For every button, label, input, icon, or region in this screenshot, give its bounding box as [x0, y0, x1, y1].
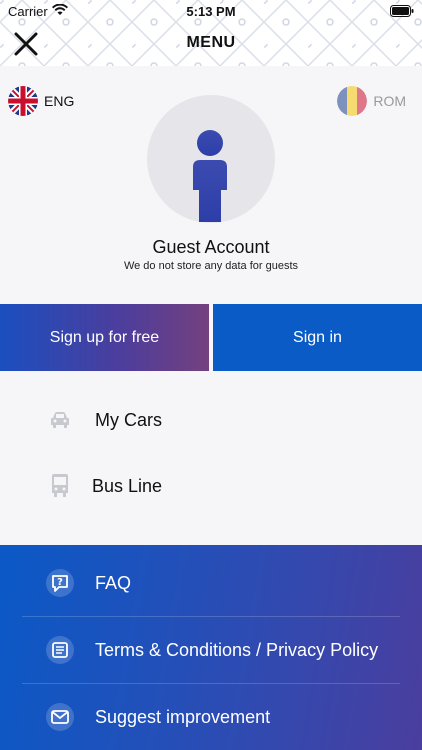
faq-icon: ? [46, 569, 74, 597]
menu-item-label: Terms & Conditions / Privacy Policy [95, 639, 379, 660]
menu-item-label: Bus Line [92, 475, 163, 496]
menu-item-terms[interactable]: Terms & Conditions / Privacy Policy [0, 617, 422, 683]
menu-item-bus-line[interactable]: Bus Line [0, 456, 422, 516]
bus-icon [52, 474, 68, 497]
status-bar: Carrier 5:13 PM [0, 0, 422, 22]
status-time: 5:13 PM [186, 4, 236, 19]
page-title: MENU [186, 34, 236, 51]
language-eng-label: ENG [44, 93, 75, 109]
guest-subtitle: We do not store any data for guests [123, 260, 299, 272]
battery-icon [390, 5, 414, 17]
menu-item-label: FAQ [95, 572, 132, 593]
menu-item-faq[interactable]: ? FAQ [0, 550, 422, 616]
signup-button[interactable]: Sign up for free [0, 304, 209, 371]
signup-label: Sign up for free [49, 328, 160, 346]
menu-item-label: My Cars [95, 409, 162, 430]
menu-item-my-cars[interactable]: My Cars [0, 390, 422, 450]
romania-flag-icon [337, 86, 368, 116]
svg-text:?: ? [57, 577, 63, 588]
menu-item-suggest[interactable]: Suggest improvement [0, 684, 422, 750]
mail-icon [46, 703, 74, 731]
language-rom-button[interactable]: ROM [337, 86, 406, 116]
info-section: ? FAQ Terms & Conditions / Privacy Polic… [0, 545, 422, 750]
person-icon [193, 130, 227, 222]
language-eng-button[interactable]: ENG [8, 86, 74, 116]
document-icon [46, 636, 74, 664]
language-rom-label: ROM [373, 93, 406, 109]
header: Carrier 5:13 PM MENU [0, 0, 422, 66]
signin-button[interactable]: Sign in [213, 304, 422, 371]
car-icon [51, 412, 69, 428]
signin-label: Sign in [293, 328, 342, 346]
guest-title: Guest Account [152, 237, 270, 257]
menu-item-label: Suggest improvement [95, 706, 271, 727]
avatar [147, 95, 275, 223]
uk-flag-icon [8, 86, 38, 116]
